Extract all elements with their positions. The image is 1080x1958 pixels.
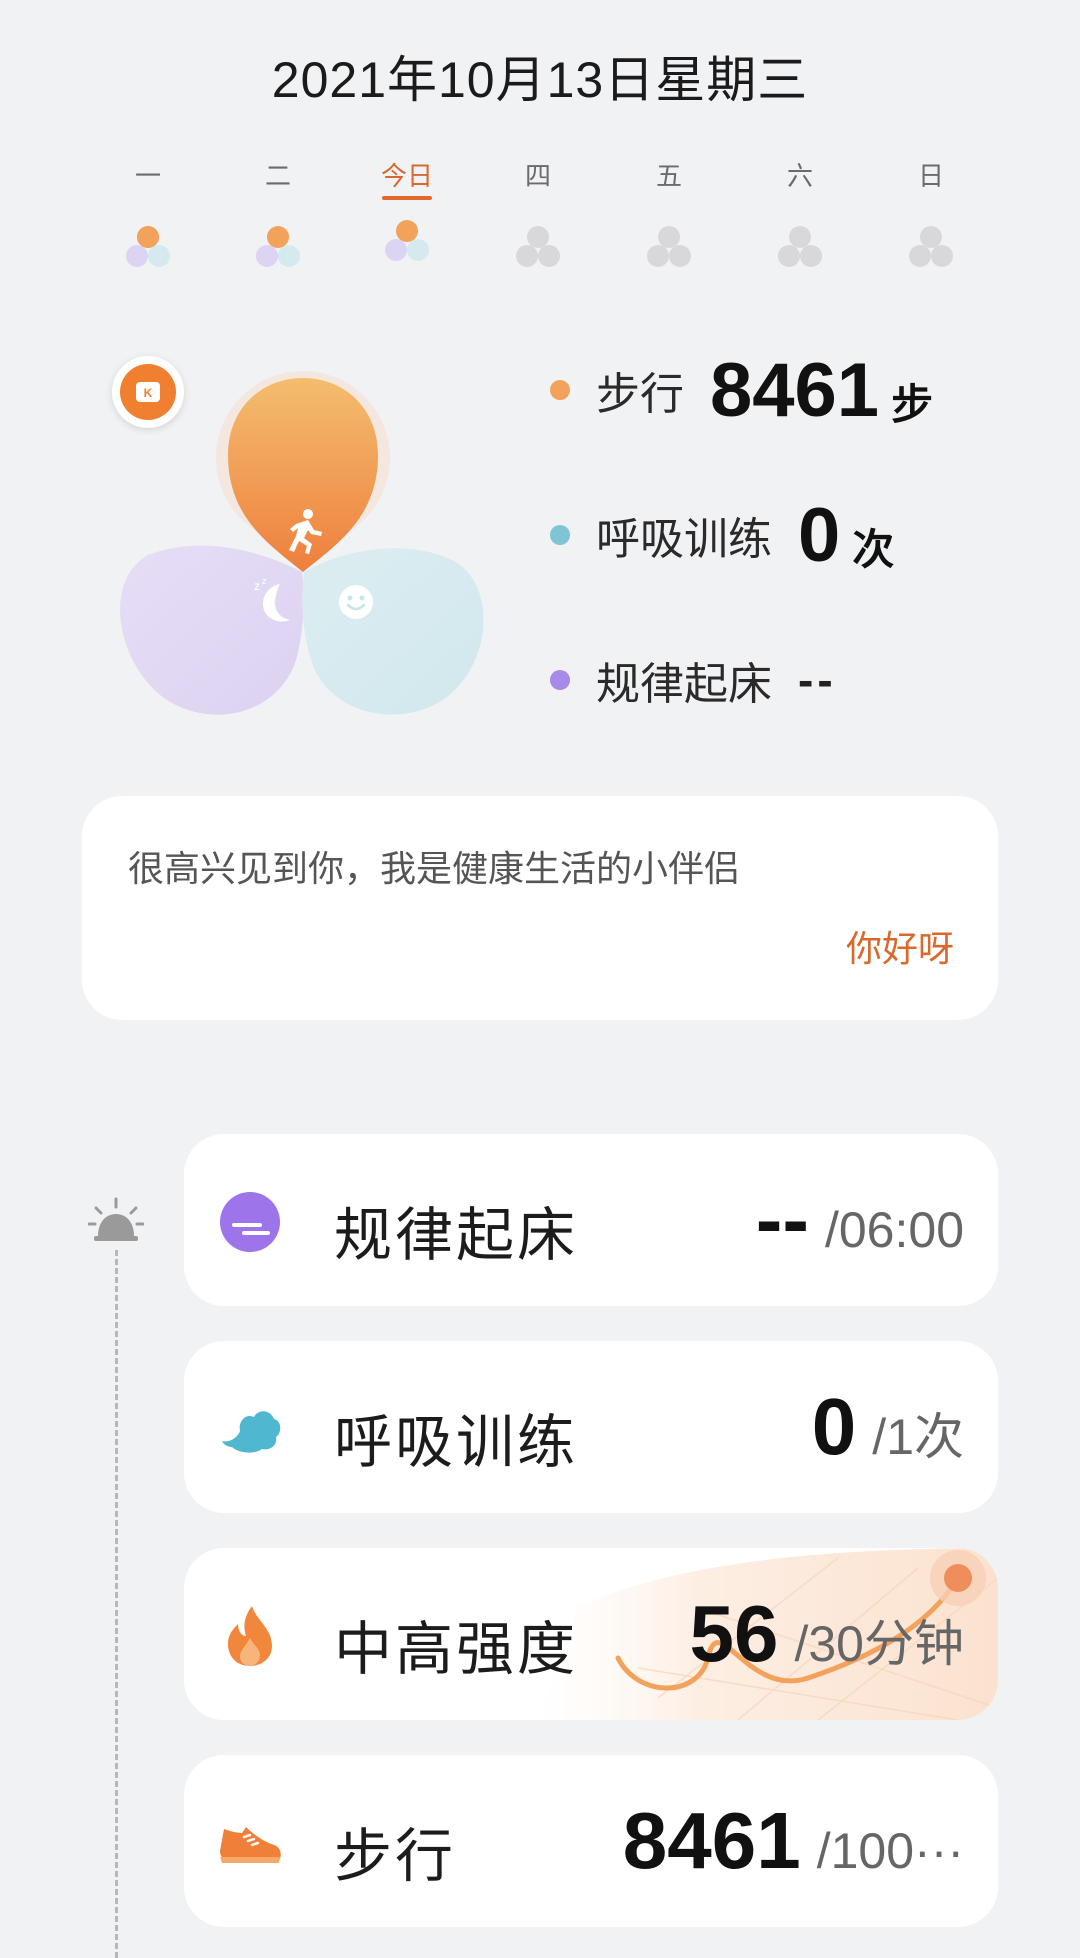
task-progress: -- /06:00 [756, 1174, 964, 1266]
week-selector: 一 二 今日 四 五 六 日 [0, 158, 1080, 308]
weekday-label: 日 [917, 161, 944, 191]
breath-petal [302, 548, 484, 715]
task-goal: /06:00 [824, 1202, 964, 1258]
task-progress: 0 /1次 [812, 1381, 964, 1473]
task-value: 8461 [622, 1796, 801, 1885]
task-name: 呼吸训练 [334, 1410, 579, 1475]
svg-text:z: z [254, 579, 260, 593]
summary-walk-value: 8461 [710, 347, 880, 433]
weekday-mon[interactable]: 一 [93, 158, 203, 270]
mini-clover-icon [256, 226, 300, 267]
date-title: 2021年10月13日星期三 [271, 52, 809, 108]
task-name: 规律起床 [334, 1203, 579, 1268]
task-progress: 56 /30分钟 [690, 1588, 965, 1680]
cloud-icon [222, 1411, 281, 1453]
wake-petal [120, 545, 304, 715]
summary-breath-row[interactable]: 呼吸训练 0 次 [550, 493, 895, 578]
timeline-line [115, 1250, 118, 1958]
weekday-sat[interactable]: 六 [745, 158, 855, 270]
task-value: 0 [811, 1382, 857, 1471]
task-goal: /1次 [872, 1409, 964, 1465]
weekday-label: 五 [655, 161, 682, 191]
task-name: 中高强度 [334, 1617, 579, 1682]
flame-icon [228, 1606, 272, 1666]
walk-dot [550, 380, 570, 400]
alarm-bell-icon [88, 1197, 144, 1241]
mini-clover-icon [126, 226, 170, 267]
task-progress: 8461 /100··· [623, 1795, 964, 1887]
summary-walk-unit: 步 [891, 380, 934, 428]
mini-clover-icon [385, 220, 429, 261]
active-indicator [382, 196, 432, 200]
summary-breath-label: 呼吸训练 [596, 515, 772, 564]
greeting-card: 很高兴见到你，我是健康生活的小伴侣 你好呀 [82, 796, 998, 1020]
mini-clover-icon [647, 226, 691, 267]
summary-breath-value: 0 [798, 492, 841, 578]
sneaker-icon [220, 1827, 281, 1863]
breath-dot [550, 525, 570, 545]
weekday-sun[interactable]: 日 [876, 158, 986, 270]
mini-clover-icon [909, 226, 953, 267]
weekday-today[interactable]: 今日 [352, 158, 462, 264]
task-card-walk[interactable]: 步行 8461 /100··· [184, 1755, 998, 1927]
weekday-fri[interactable]: 五 [614, 158, 724, 270]
smile-icon [339, 585, 373, 619]
task-value: 56 [689, 1589, 779, 1678]
health-clover-chart[interactable]: z z [110, 350, 500, 730]
weekday-thu[interactable]: 四 [483, 158, 593, 270]
greeting-action-link[interactable]: 你好呀 [846, 920, 954, 972]
task-card-intensity[interactable]: 中高强度 56 /30分钟 [184, 1548, 998, 1720]
weekday-label: 二 [264, 161, 291, 191]
greeting-message: 很高兴见到你，我是健康生活的小伴侣 [128, 848, 741, 889]
summary-wake-label: 规律起床 [596, 660, 772, 709]
mini-clover-icon [516, 226, 560, 267]
task-goal: /100··· [816, 1823, 964, 1879]
task-card-breath[interactable]: 呼吸训练 0 /1次 [184, 1341, 998, 1513]
weekday-tue[interactable]: 二 [223, 158, 333, 270]
summary-wake-value: -- [798, 654, 837, 706]
health-clover-page: 2021年10月13日星期三 一 二 今日 四 五 六 日 K z z 步行 8… [0, 0, 1080, 1958]
summary-walk-row[interactable]: 步行 8461 步 [550, 348, 934, 433]
summary-walk-label: 步行 [596, 370, 684, 419]
wake-dot [550, 670, 570, 690]
weekday-label: 今日 [380, 161, 433, 191]
weekday-label: 六 [786, 161, 813, 191]
weekday-label: 一 [134, 161, 161, 191]
mini-clover-icon [778, 226, 822, 267]
sunrise-icon [220, 1192, 280, 1252]
task-name: 步行 [334, 1824, 457, 1889]
summary-wake-row[interactable]: 规律起床 -- [550, 640, 837, 720]
task-card-wake[interactable]: 规律起床 -- /06:00 [184, 1134, 998, 1306]
svg-text:z: z [262, 576, 267, 586]
task-value: -- [755, 1175, 809, 1264]
task-goal: /30分钟 [794, 1616, 964, 1672]
weekday-label: 四 [524, 161, 551, 191]
summary-breath-unit: 次 [852, 525, 895, 573]
